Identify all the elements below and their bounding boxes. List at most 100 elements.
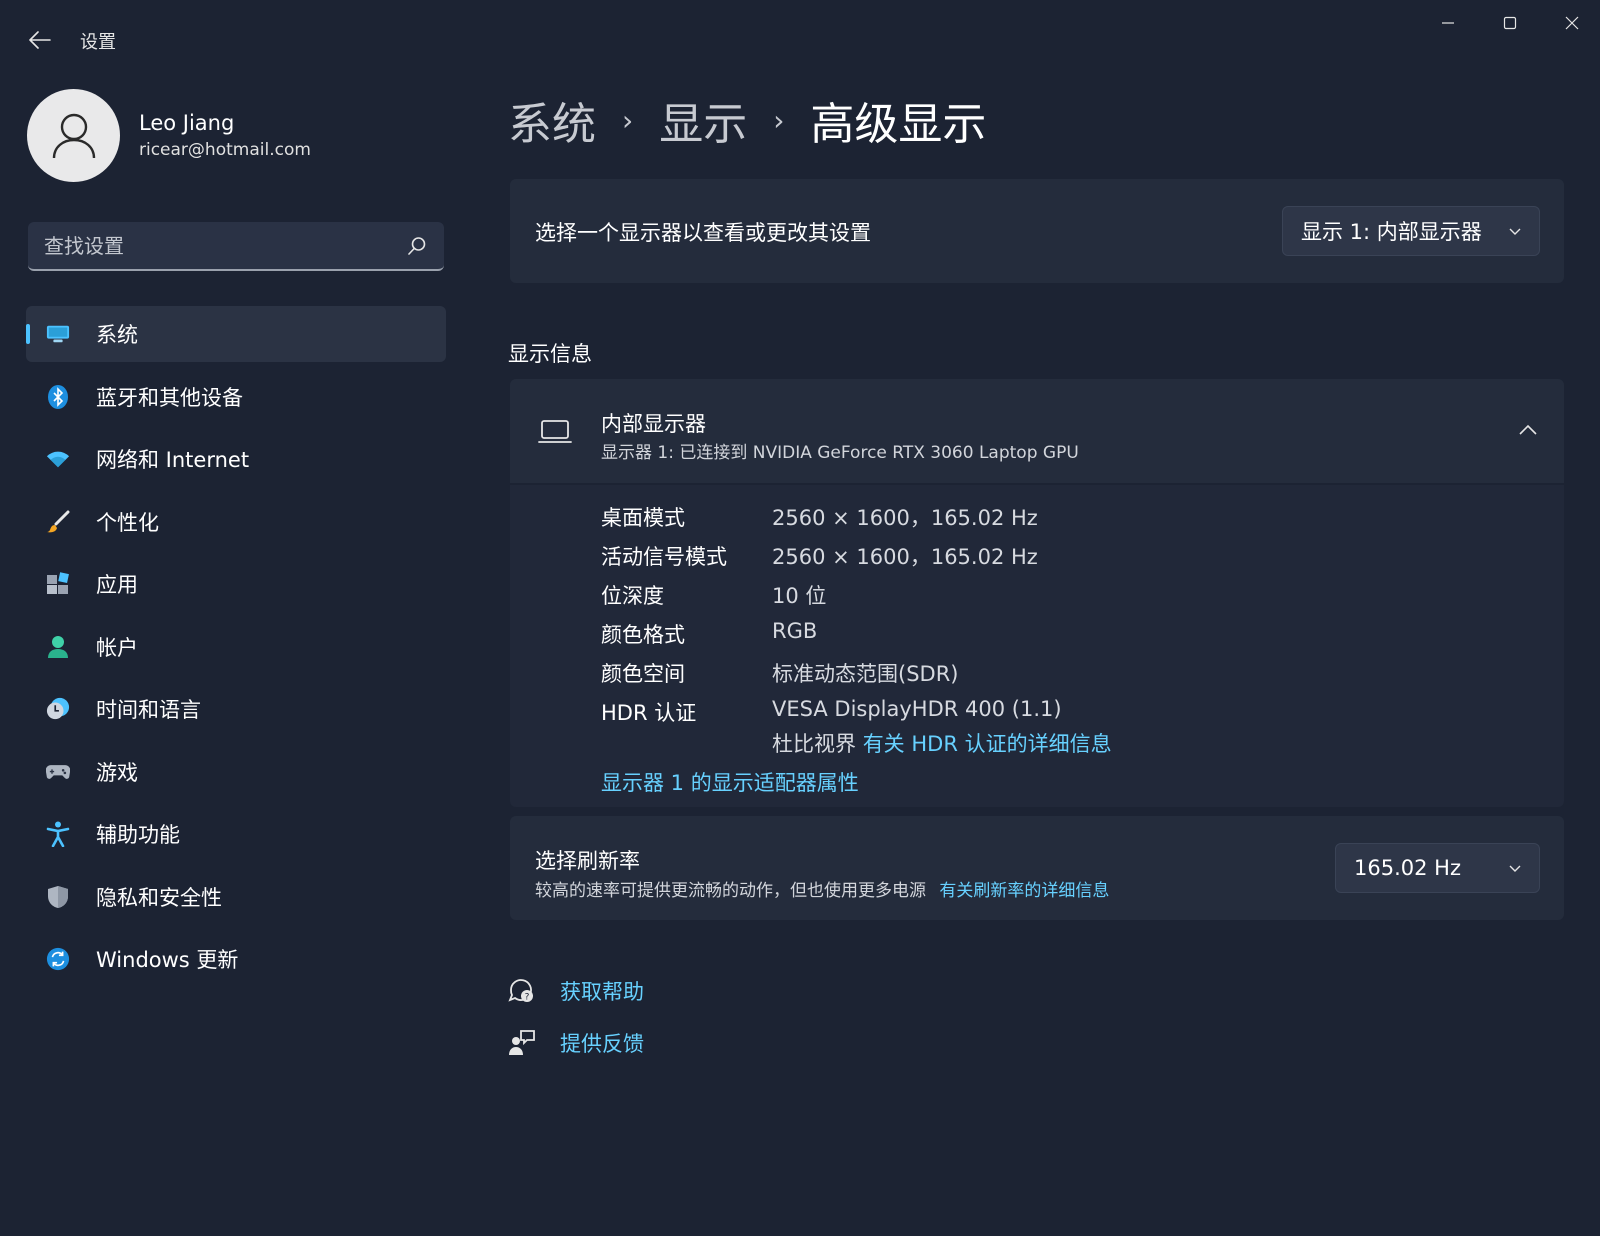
sidebar-item-label: 帐户 — [96, 635, 138, 660]
page-title: 高级显示 — [810, 99, 987, 150]
refresh-rate-title: 选择刷新率 — [535, 849, 640, 873]
refresh-rate-desc: 较高的速率可提供更流畅的动作，但也使用更多电源 — [535, 881, 926, 901]
chevron-down-icon — [1509, 228, 1521, 235]
search-input[interactable] — [44, 233, 394, 258]
display-adapter-properties-link[interactable]: 显示器 1 的显示适配器属性 — [601, 767, 859, 797]
chevron-down-icon — [1509, 865, 1521, 872]
get-help-row[interactable]: ? 获取帮助 — [508, 976, 644, 1006]
shield-icon — [46, 885, 70, 909]
chevron-right-icon: › — [622, 103, 634, 137]
prop-label: 位深度 — [601, 584, 664, 608]
laptop-icon — [538, 420, 572, 443]
prop-label: 颜色格式 — [601, 623, 685, 647]
search-box[interactable] — [28, 222, 444, 271]
sidebar-nav: 系统 蓝牙和其他设备 网络和 Internet 个性化 应用 帐户 时间和语言 … — [26, 306, 446, 994]
prop-label: 活动信号模式 — [601, 545, 727, 569]
sidebar-item-bluetooth[interactable]: 蓝牙和其他设备 — [26, 369, 446, 425]
refresh-rate-details-link[interactable]: 有关刷新率的详细信息 — [939, 881, 1109, 901]
sidebar-item-accessibility[interactable]: 辅助功能 — [26, 806, 446, 862]
monitor-select-label: 选择一个显示器以查看或更改其设置 — [535, 221, 871, 245]
display-info-body: 桌面模式 2560 × 1600，165.02 Hz 活动信号模式 2560 ×… — [510, 485, 1564, 807]
display-info-subtitle: 显示器 1: 已连接到 NVIDIA GeForce RTX 3060 Lapt… — [601, 443, 1079, 463]
avatar[interactable] — [27, 89, 120, 182]
wifi-icon — [46, 447, 70, 471]
sidebar-item-gaming[interactable]: 游戏 — [26, 744, 446, 800]
sidebar-item-time-language[interactable]: 时间和语言 — [26, 681, 446, 737]
close-button[interactable] — [1548, 8, 1596, 38]
section-title-display-info: 显示信息 — [508, 342, 592, 366]
sidebar-item-label: 蓝牙和其他设备 — [96, 385, 243, 410]
sidebar-item-accounts[interactable]: 帐户 — [26, 619, 446, 675]
maximize-icon — [1503, 16, 1517, 30]
prop-label: 桌面模式 — [601, 506, 685, 530]
refresh-rate-card: 选择刷新率 较高的速率可提供更流畅的动作，但也使用更多电源 有关刷新率的详细信息… — [510, 816, 1564, 920]
dolby-line: 杜比视界 有关 HDR 认证的详细信息 — [772, 728, 1112, 758]
monitor-select-card: 选择一个显示器以查看或更改其设置 显示 1: 内部显示器 — [510, 179, 1564, 283]
search-icon[interactable] — [406, 235, 428, 257]
refresh-rate-value: 165.02 Hz — [1354, 856, 1461, 880]
sidebar-item-label: 隐私和安全性 — [96, 885, 222, 910]
refresh-rate-dropdown[interactable]: 165.02 Hz — [1335, 843, 1540, 893]
gaming-icon — [46, 760, 70, 784]
chevron-right-icon: › — [773, 103, 785, 137]
minimize-icon — [1442, 22, 1454, 24]
user-icon — [52, 113, 95, 158]
app-title: 设置 — [80, 32, 116, 53]
sidebar-item-label: 网络和 Internet — [96, 448, 250, 472]
user-email: ricear@hotmail.com — [139, 140, 311, 160]
update-icon — [46, 947, 70, 971]
help-chat-icon: ? — [508, 977, 536, 1005]
sidebar-item-personalization[interactable]: 个性化 — [26, 494, 446, 550]
breadcrumb: 系统 › 显示 › 高级显示 — [508, 88, 986, 152]
maximize-button[interactable] — [1486, 8, 1534, 38]
breadcrumb-display[interactable]: 显示 — [659, 88, 747, 152]
bluetooth-icon — [46, 384, 70, 409]
display-info-title: 内部显示器 — [601, 412, 706, 436]
hdr-details-link[interactable]: 有关 HDR 认证的详细信息 — [863, 732, 1112, 756]
sidebar-item-apps[interactable]: 应用 — [26, 556, 446, 612]
sidebar-item-label: 系统 — [96, 323, 138, 347]
back-button[interactable] — [22, 22, 58, 58]
sidebar-item-label: 辅助功能 — [96, 823, 180, 847]
time-language-icon — [46, 697, 70, 721]
sidebar-item-label: Windows 更新 — [96, 948, 239, 972]
svg-text:?: ? — [525, 993, 530, 1003]
refresh-rate-subtitle: 较高的速率可提供更流畅的动作，但也使用更多电源 有关刷新率的详细信息 — [535, 876, 1109, 901]
minimize-button[interactable] — [1424, 8, 1472, 38]
apps-icon — [46, 572, 70, 596]
sidebar-item-label: 应用 — [96, 573, 138, 597]
sidebar-item-label: 游戏 — [96, 760, 138, 785]
sidebar-item-privacy[interactable]: 隐私和安全性 — [26, 869, 446, 925]
account-icon — [46, 635, 70, 659]
title-bar: 设置 — [0, 0, 1600, 72]
close-icon — [1565, 16, 1579, 30]
feedback-link[interactable]: 提供反馈 — [560, 1028, 644, 1058]
brush-icon — [46, 510, 70, 534]
user-name: Leo Jiang — [139, 111, 235, 135]
feedback-row[interactable]: 提供反馈 — [508, 1028, 644, 1058]
prop-value: 10 位 — [772, 584, 827, 608]
chevron-up-icon[interactable] — [1517, 421, 1539, 439]
sidebar-item-label: 时间和语言 — [96, 698, 201, 722]
system-icon — [46, 322, 70, 346]
sidebar-item-label: 个性化 — [96, 510, 159, 535]
breadcrumb-system[interactable]: 系统 — [508, 88, 596, 152]
prop-value: VESA DisplayHDR 400 (1.1) — [772, 697, 1062, 721]
sidebar-item-network[interactable]: 网络和 Internet — [26, 431, 446, 487]
back-arrow-icon — [29, 31, 51, 49]
monitor-dropdown[interactable]: 显示 1: 内部显示器 — [1282, 206, 1540, 256]
sidebar-item-system[interactable]: 系统 — [26, 306, 446, 362]
accessibility-icon — [46, 821, 70, 847]
prop-label: 颜色空间 — [601, 662, 685, 686]
display-info-header[interactable]: 内部显示器 显示器 1: 已连接到 NVIDIA GeForce RTX 306… — [510, 379, 1564, 483]
prop-value: RGB — [772, 619, 818, 643]
feedback-icon — [508, 1029, 536, 1057]
prop-value: 2560 × 1600，165.02 Hz — [772, 506, 1038, 530]
monitor-dropdown-value: 显示 1: 内部显示器 — [1301, 220, 1482, 244]
dolby-vision-text: 杜比视界 — [772, 732, 856, 756]
prop-label: HDR 认证 — [601, 701, 697, 725]
sidebar-item-windows-update[interactable]: Windows 更新 — [26, 931, 446, 987]
get-help-link[interactable]: 获取帮助 — [560, 976, 644, 1006]
prop-value: 2560 × 1600，165.02 Hz — [772, 545, 1038, 569]
prop-value: 标准动态范围(SDR) — [772, 662, 959, 686]
